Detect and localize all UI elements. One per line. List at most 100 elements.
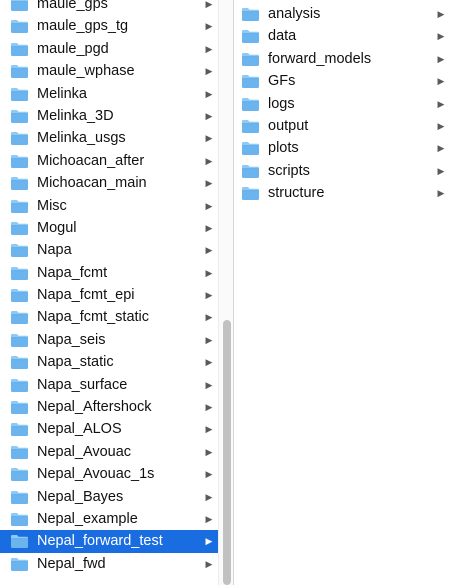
left-folder-row[interactable]: Misc ▶ [0,195,233,217]
folder-name: Nepal_forward_test [37,533,163,550]
folder-icon [241,29,260,44]
right-folder-row[interactable]: logs ▶ [234,93,450,115]
folder-name: Michoacan_after [37,152,145,169]
left-folder-row[interactable]: Michoacan_after ▶ [0,150,233,172]
folder-icon [10,64,29,79]
folder-icon [10,131,29,146]
left-folder-row[interactable]: Nepal_Avouac ▶ [0,441,233,463]
scrollbar-thumb[interactable] [223,320,231,585]
right-folder-row[interactable]: data ▶ [234,25,450,47]
chevron-right-icon: ▶ [437,76,445,87]
folder-column-left[interactable]: maule_gps ▶ maule_gps_tg ▶ maule_pgd ▶ maule_w… [0,0,234,585]
chevron-right-icon: ▶ [205,469,213,480]
chevron-right-icon: ▶ [437,53,445,64]
left-folder-row[interactable]: Mogul ▶ [0,217,233,239]
folder-column-right[interactable]: analysis ▶ data ▶ forward_models ▶ GFs ▶ logs ▶ ou… [234,0,450,585]
folder-name: maule_gps [37,0,108,12]
folder-icon [10,467,29,482]
left-folder-row[interactable]: Napa_fcmt_epi ▶ [0,284,233,306]
folder-name: data [268,28,297,45]
folder-icon [10,400,29,415]
right-folder-row[interactable]: plots ▶ [234,137,450,159]
folder-icon [241,7,260,22]
left-folder-row[interactable]: Nepal_Bayes ▶ [0,486,233,508]
chevron-right-icon: ▶ [437,143,445,154]
folder-name: Napa_surface [37,376,128,393]
chevron-right-icon: ▶ [205,43,213,54]
folder-icon [10,0,29,12]
chevron-right-icon: ▶ [205,446,213,457]
folder-name: Napa_fcmt [37,264,108,281]
folder-icon [241,74,260,89]
folder-icon [10,42,29,57]
chevron-right-icon: ▶ [437,31,445,42]
left-folder-row[interactable]: Nepal_fwd ▶ [0,553,233,575]
left-folder-row[interactable]: Nepal_ALOS ▶ [0,418,233,440]
left-folder-row[interactable]: Michoacan_main ▶ [0,172,233,194]
left-folder-row[interactable]: maule_gps ▶ [0,0,233,15]
right-folder-row[interactable]: analysis ▶ [234,3,450,25]
folder-name: Napa_fcmt_epi [37,287,135,304]
folder-name: maule_wphase [37,63,135,80]
left-folder-row[interactable]: Nepal_forward_test ▶ [0,530,233,553]
right-folder-row[interactable]: output ▶ [234,115,450,137]
folder-icon [10,355,29,370]
left-folder-row[interactable]: maule_gps_tg ▶ [0,15,233,37]
right-folder-row[interactable]: structure ▶ [234,182,450,204]
folder-icon [241,119,260,134]
chevron-right-icon: ▶ [205,357,213,368]
folder-icon [10,378,29,393]
chevron-right-icon: ▶ [437,98,445,109]
folder-icon [10,19,29,34]
folder-icon [241,186,260,201]
left-folder-row[interactable]: Melinka ▶ [0,83,233,105]
left-folder-row[interactable]: Melinka_3D ▶ [0,105,233,127]
folder-list-left: maule_gps ▶ maule_gps_tg ▶ maule_pgd ▶ maule_w… [0,0,233,575]
folder-icon [10,310,29,325]
folder-icon [10,176,29,191]
folder-name: output [268,117,309,134]
vertical-scrollbar[interactable] [218,0,233,585]
left-folder-row[interactable]: maule_pgd ▶ [0,38,233,60]
left-folder-row[interactable]: maule_wphase ▶ [0,60,233,82]
folder-name: structure [268,185,325,202]
folder-icon [10,534,29,549]
left-folder-row[interactable]: Napa_fcmt ▶ [0,262,233,284]
folder-name: plots [268,140,299,157]
left-folder-row[interactable]: Nepal_Aftershock ▶ [0,396,233,418]
folder-name: Misc [37,197,67,214]
folder-icon [10,221,29,236]
folder-name: Nepal_fwd [37,555,106,572]
chevron-right-icon: ▶ [205,379,213,390]
folder-name: Napa [37,242,72,259]
finder-column-browser: maule_gps ▶ maule_gps_tg ▶ maule_pgd ▶ maule_w… [0,0,450,585]
chevron-right-icon: ▶ [437,165,445,176]
left-folder-row[interactable]: Napa ▶ [0,239,233,261]
left-folder-row[interactable]: Napa_surface ▶ [0,374,233,396]
left-folder-row[interactable]: Napa_fcmt_static ▶ [0,306,233,328]
chevron-right-icon: ▶ [205,424,213,435]
left-folder-row[interactable]: Nepal_example ▶ [0,508,233,530]
folder-name: scripts [268,162,310,179]
right-folder-row[interactable]: scripts ▶ [234,160,450,182]
folder-icon [10,512,29,527]
folder-name: logs [268,95,295,112]
right-folder-row[interactable]: forward_models ▶ [234,48,450,70]
right-folder-row[interactable]: GFs ▶ [234,70,450,92]
folder-name: Napa_fcmt_static [37,309,150,326]
folder-icon [241,97,260,112]
chevron-right-icon: ▶ [205,155,213,166]
folder-icon [10,333,29,348]
folder-name: analysis [268,6,321,22]
folder-name: Melinka_usgs [37,130,126,147]
folder-name: Nepal_Avouac_1s [37,466,155,483]
chevron-right-icon: ▶ [437,120,445,131]
left-folder-row[interactable]: Napa_static ▶ [0,351,233,373]
left-folder-row[interactable]: Napa_seis ▶ [0,329,233,351]
left-folder-row[interactable]: Melinka_usgs ▶ [0,127,233,149]
chevron-right-icon: ▶ [205,558,213,569]
folder-icon [10,243,29,258]
folder-icon [10,422,29,437]
chevron-right-icon: ▶ [205,0,213,9]
left-folder-row[interactable]: Nepal_Avouac_1s ▶ [0,463,233,485]
